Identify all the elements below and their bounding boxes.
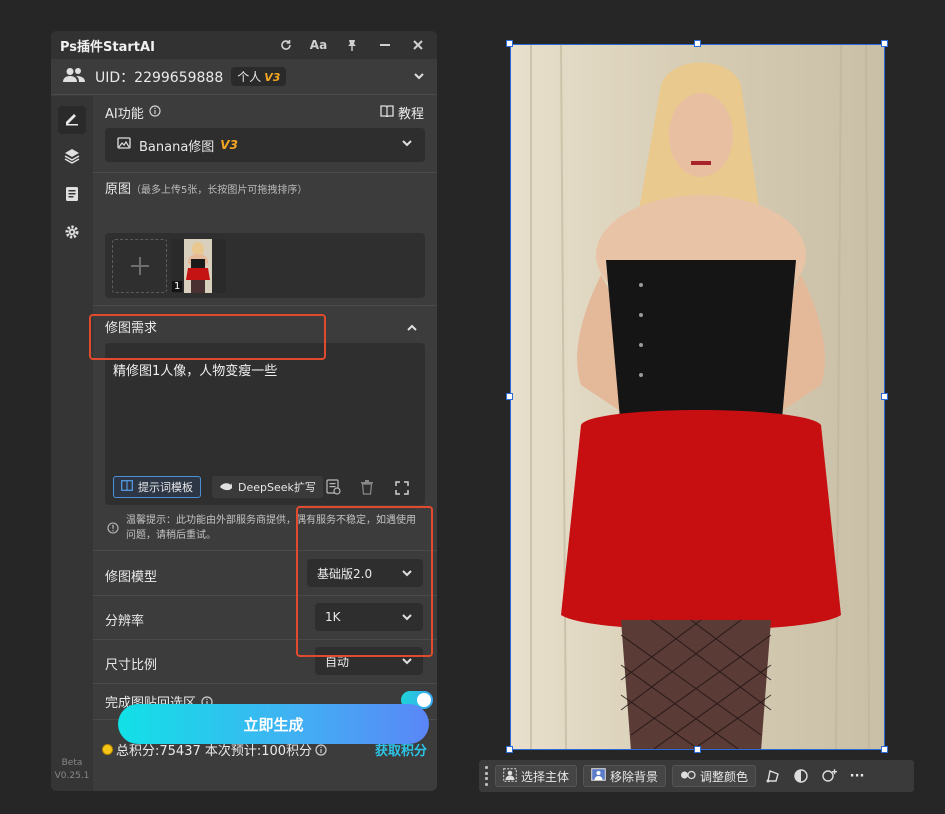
- remove-background-button[interactable]: 移除背景: [583, 765, 667, 787]
- remove-background-label: 移除背景: [610, 769, 659, 784]
- original-header: 原图 （最多上传5张，长按图片可拖拽排序）: [105, 178, 307, 197]
- transform-handle[interactable]: [881, 40, 888, 47]
- tutorial-label: 教程: [398, 107, 425, 122]
- tutorial-link[interactable]: 教程: [380, 103, 424, 122]
- remove-bg-icon: [591, 768, 606, 784]
- add-adjustment-icon[interactable]: [818, 765, 840, 787]
- sidebar-item-layers[interactable]: [58, 144, 86, 172]
- info-icon[interactable]: [315, 743, 327, 756]
- minimize-icon[interactable]: [375, 36, 394, 55]
- panel-title: Ps插件StartAI: [60, 39, 155, 55]
- pin-icon[interactable]: [342, 36, 361, 55]
- transform-handle[interactable]: [506, 746, 513, 753]
- mask-icon[interactable]: [790, 765, 812, 787]
- more-options-icon[interactable]: ···: [846, 765, 868, 787]
- ai-function-version: V3: [220, 138, 238, 152]
- drag-grip-icon[interactable]: [485, 766, 489, 786]
- plan-label: 个人: [237, 70, 262, 84]
- chevron-up-icon[interactable]: [406, 319, 418, 338]
- transform-handle[interactable]: [881, 746, 888, 753]
- adjust-color-button[interactable]: 调整颜色: [672, 765, 757, 787]
- resolution-label: 分辨率: [105, 614, 145, 629]
- version-number: V0.25.1: [54, 771, 90, 781]
- ratio-label: 尺寸比例: [105, 658, 158, 673]
- original-image-thumb[interactable]: 1: [171, 239, 226, 293]
- panel-titlebar: Ps插件StartAI Aa: [51, 31, 437, 59]
- font-size-button[interactable]: Aa: [309, 36, 328, 55]
- select-subject-label: 选择主体: [521, 769, 570, 784]
- prompt-textarea[interactable]: 精修图1人像，人物变瘦一些 提示词模板 DeepSeek扩写: [105, 343, 425, 505]
- plan-version: V3: [264, 71, 281, 84]
- users-icon: [63, 67, 85, 87]
- thumb-index: 1: [172, 281, 183, 292]
- prompt-text: 精修图1人像，人物变瘦一些: [113, 364, 278, 379]
- sidebar-item-edit[interactable]: [58, 106, 86, 134]
- panel-sidebar: Beta V0.25.1: [51, 96, 93, 791]
- gear-icon: [64, 224, 80, 244]
- ai-function-select[interactable]: Banana修图 V3: [105, 128, 425, 162]
- deepseek-expand-button[interactable]: DeepSeek扩写: [212, 476, 323, 498]
- generate-button[interactable]: 立即生成: [118, 704, 429, 744]
- chevron-down-icon[interactable]: [413, 67, 425, 86]
- ai-function-label: AI功能: [105, 107, 144, 122]
- add-image-button[interactable]: [112, 239, 167, 293]
- chevron-down-icon: [401, 137, 413, 153]
- close-icon[interactable]: [408, 36, 427, 55]
- sidebar-item-history[interactable]: [58, 182, 86, 210]
- document-canvas-image[interactable]: [510, 44, 885, 750]
- settings-highlight-box: [296, 506, 433, 657]
- transform-handle[interactable]: [506, 40, 513, 47]
- startai-plugin-panel: Ps插件StartAI Aa UID：2299659888 个人 V3 Beta…: [51, 31, 437, 791]
- document-icon: [65, 186, 79, 206]
- select-subject-button[interactable]: 选择主体: [495, 765, 578, 787]
- user-bar[interactable]: UID：2299659888 个人 V3: [51, 59, 437, 95]
- info-icon[interactable]: [149, 104, 161, 121]
- book-icon: [380, 104, 394, 121]
- model-label: 修图模型: [105, 570, 158, 585]
- adjust-color-label: 调整颜色: [700, 769, 749, 784]
- sidebar-item-settings[interactable]: [58, 220, 86, 248]
- prompt-template-label: 提示词模板: [138, 481, 193, 494]
- version-info: Beta V0.25.1: [54, 757, 90, 783]
- original-label: 原图: [105, 182, 132, 197]
- trash-icon[interactable]: [360, 480, 374, 499]
- portrait-photo: [511, 45, 884, 749]
- prompt-template-button[interactable]: 提示词模板: [113, 476, 201, 498]
- original-hint: （最多上传5张，长按图片可拖拽排序）: [131, 185, 308, 196]
- prompt-highlight-box: [89, 314, 326, 360]
- warning-info-icon: [107, 519, 119, 538]
- template-icon: [121, 480, 133, 494]
- coin-icon: [102, 744, 113, 755]
- refresh-icon[interactable]: [276, 36, 295, 55]
- transform-handle[interactable]: [506, 393, 513, 400]
- adjust-color-icon: [680, 769, 696, 784]
- panel-content: AI功能 教程 Banana修图 V3 原图 （最多上传5张，长按图片可拖拽排序…: [93, 96, 437, 791]
- ai-function-header: AI功能: [105, 103, 161, 122]
- contextual-task-bar: 选择主体 移除背景 调整颜色 ···: [479, 760, 914, 792]
- ai-function-value: Banana修图: [139, 139, 215, 155]
- beta-label: Beta: [61, 758, 83, 768]
- layers-icon: [64, 148, 80, 168]
- prompt-library-icon[interactable]: [325, 479, 341, 499]
- transform-handle[interactable]: [694, 40, 701, 47]
- plan-badge: 个人 V3: [231, 67, 287, 86]
- whale-icon: [219, 481, 233, 494]
- transform-handle[interactable]: [881, 393, 888, 400]
- transform-handle[interactable]: [694, 746, 701, 753]
- person-select-icon: [503, 767, 517, 785]
- deepseek-expand-label: DeepSeek扩写: [238, 481, 316, 494]
- pencil-icon: [64, 110, 80, 130]
- image-edit-icon: [117, 137, 131, 153]
- lasso-icon[interactable]: [762, 765, 784, 787]
- fullscreen-icon[interactable]: [395, 480, 409, 499]
- user-id: UID：2299659888: [95, 69, 224, 86]
